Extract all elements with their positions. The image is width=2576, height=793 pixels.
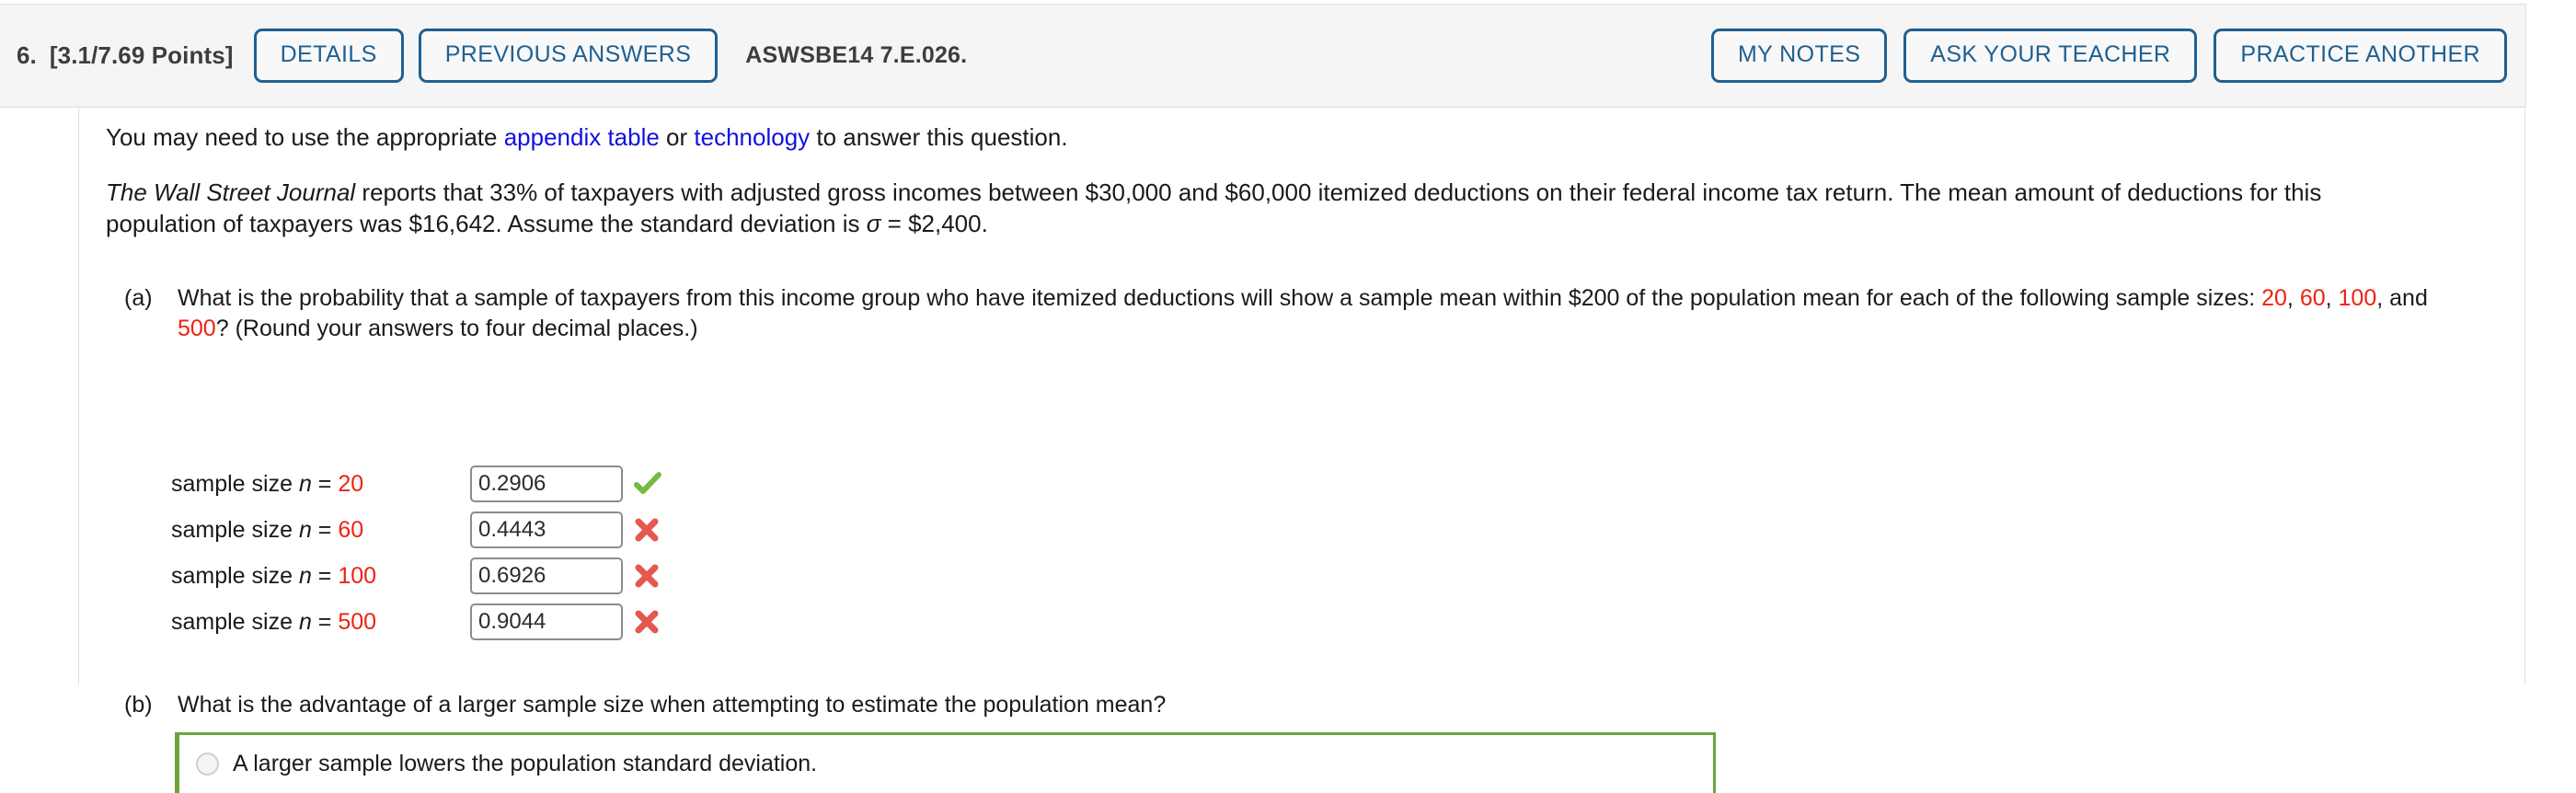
part-a-size-3: 100 bbox=[2338, 285, 2377, 311]
answer-rows: sample size n = 20 sample size n = 60 sa… bbox=[171, 461, 670, 645]
label-prefix: sample size bbox=[171, 470, 299, 497]
sample-size-label-500: sample size n = 500 bbox=[171, 609, 470, 636]
label-n-value: 500 bbox=[338, 608, 377, 635]
choice-option-label: A larger sample lowers the population st… bbox=[233, 751, 818, 776]
green-check-icon bbox=[633, 469, 670, 499]
question-code: ASWSBE14 7.E.026. bbox=[745, 42, 968, 68]
header-right-button-group: MY NOTES ASK YOUR TEACHER PRACTICE ANOTH… bbox=[1710, 29, 2507, 83]
part-b-text: What is the advantage of a larger sample… bbox=[178, 692, 1167, 718]
label-variable: n bbox=[298, 562, 312, 589]
label-prefix: sample size bbox=[171, 516, 299, 543]
details-button[interactable]: DETAILS bbox=[253, 29, 404, 83]
label-variable: n bbox=[298, 516, 312, 543]
part-a-size-1: 20 bbox=[2261, 285, 2287, 311]
answer-input-n500[interactable] bbox=[470, 603, 623, 640]
label-n-value: 20 bbox=[338, 470, 364, 497]
question-body-panel: You may need to use the appropriate appe… bbox=[0, 109, 2525, 793]
intro-text-after: to answer this question. bbox=[810, 123, 1068, 151]
label-n-value: 100 bbox=[338, 562, 377, 589]
problem-statement-paragraph: The Wall Street Journal reports that 33%… bbox=[106, 177, 2369, 240]
sigma-value: = $2,400. bbox=[880, 210, 988, 238]
answer-input-n100[interactable] bbox=[470, 557, 623, 594]
sample-size-label-60: sample size n = 60 bbox=[171, 517, 470, 544]
part-a-text-1: What is the probability that a sample of… bbox=[178, 285, 2262, 311]
part-a-text: What is the probability that a sample of… bbox=[178, 285, 2428, 341]
answer-row: sample size n = 100 bbox=[171, 553, 670, 599]
part-a-size-4: 500 bbox=[178, 316, 216, 341]
part-a-label: (a) bbox=[124, 285, 153, 311]
technology-link[interactable]: technology bbox=[694, 123, 810, 151]
label-n-value: 60 bbox=[338, 516, 364, 543]
part-a-size-2: 60 bbox=[2299, 285, 2326, 311]
sample-size-label-20: sample size n = 20 bbox=[171, 471, 470, 498]
problem-source: The Wall Street Journal bbox=[106, 178, 356, 206]
page-right-margin bbox=[2526, 0, 2576, 684]
label-prefix: sample size bbox=[171, 562, 299, 589]
question-number-and-points: 6. [3.1/7.69 Points] bbox=[17, 41, 234, 70]
question-points: [3.1/7.69 Points] bbox=[49, 41, 234, 69]
answer-row: sample size n = 60 bbox=[171, 507, 670, 553]
label-variable: n bbox=[298, 470, 312, 497]
my-notes-button[interactable]: MY NOTES bbox=[1710, 29, 1888, 83]
answer-row: sample size n = 500 bbox=[171, 599, 670, 645]
label-prefix: sample size bbox=[171, 608, 299, 635]
part-b-label: (b) bbox=[124, 692, 153, 718]
sample-size-label-100: sample size n = 100 bbox=[171, 563, 470, 590]
question-header-bar: 6. [3.1/7.69 Points] DETAILS PREVIOUS AN… bbox=[0, 4, 2525, 108]
sigma-symbol: σ bbox=[866, 210, 881, 238]
intro-text-middle: or bbox=[659, 123, 695, 151]
red-x-icon bbox=[633, 562, 670, 590]
answer-input-n60[interactable] bbox=[470, 511, 623, 548]
practice-another-button[interactable]: PRACTICE ANOTHER bbox=[2214, 29, 2507, 83]
appendix-instruction-paragraph: You may need to use the appropriate appe… bbox=[106, 121, 1068, 153]
problem-body: reports that 33% of taxpayers with adjus… bbox=[106, 178, 2322, 238]
label-equals: = bbox=[311, 562, 339, 589]
answer-input-n20[interactable] bbox=[470, 465, 623, 502]
label-equals: = bbox=[311, 470, 339, 497]
part-a: (a) What is the probability that a sampl… bbox=[124, 283, 2452, 344]
ask-your-teacher-button[interactable]: ASK YOUR TEACHER bbox=[1903, 29, 2198, 83]
body-left-divider bbox=[78, 109, 79, 684]
radio-button-icon[interactable] bbox=[196, 753, 219, 776]
intro-text-before: You may need to use the appropriate bbox=[106, 123, 504, 151]
appendix-table-link[interactable]: appendix table bbox=[504, 123, 660, 151]
choice-option-row[interactable]: A larger sample lowers the population st… bbox=[175, 732, 1716, 793]
header-left-button-group: DETAILS PREVIOUS ANSWERS bbox=[253, 29, 719, 83]
part-b: (b) What is the advantage of a larger sa… bbox=[124, 690, 2332, 720]
part-a-text-2: ? (Round your answers to four decimal pl… bbox=[215, 316, 698, 341]
question-number: 6. bbox=[17, 41, 37, 69]
label-equals: = bbox=[311, 516, 339, 543]
answer-row: sample size n = 20 bbox=[171, 461, 670, 507]
previous-answers-button[interactable]: PREVIOUS ANSWERS bbox=[418, 29, 719, 83]
red-x-icon bbox=[633, 608, 670, 636]
label-variable: n bbox=[298, 608, 312, 635]
red-x-icon bbox=[633, 516, 670, 544]
label-equals: = bbox=[311, 608, 339, 635]
